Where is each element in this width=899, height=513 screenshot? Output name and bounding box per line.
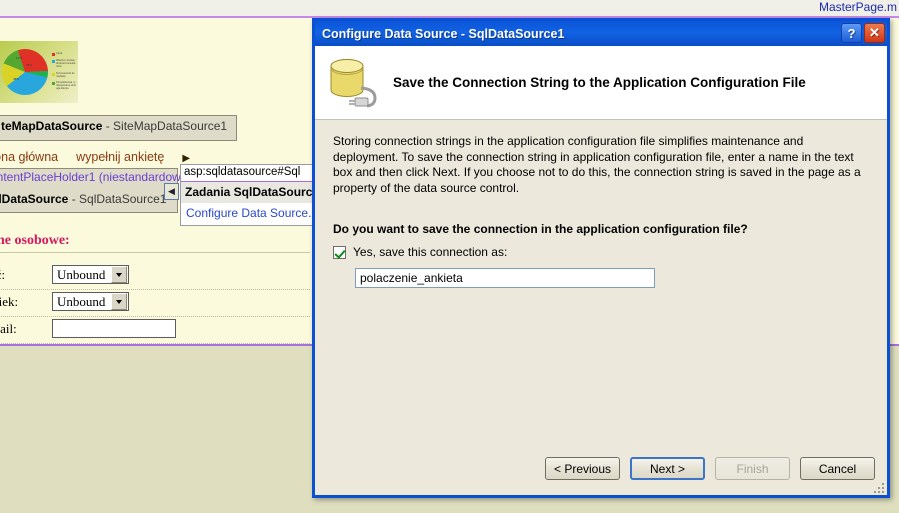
form-section-title: ane osobowe: [0, 233, 70, 248]
sqldatasource-type: qlDataSource [0, 192, 69, 206]
field-label: mail: [0, 321, 17, 336]
legend-swatch [52, 53, 55, 56]
sqldatasource-id: - SqlDataSource1 [68, 192, 167, 206]
form-divider [0, 252, 310, 253]
gender-dropdown[interactable]: Unbound [52, 265, 130, 284]
titlebar-buttons: ? ✕ [841, 23, 885, 43]
dialog-titlebar[interactable]: Configure Data Source - SqlDataSource1 ?… [315, 21, 887, 46]
contentplaceholder-region[interactable]: ontentPlaceHolder1 (niestandardowy) qlDa… [0, 168, 191, 213]
resize-grip-icon[interactable] [872, 481, 884, 493]
pie-chart-legend: Cena Wiedza i doświadczenie konsultantów… [52, 52, 76, 94]
dropdown-value: Unbound [57, 293, 106, 309]
email-field[interactable] [52, 319, 176, 338]
connection-name-input[interactable] [355, 268, 655, 288]
dialog-header-title: Save the Connection String to the Applic… [393, 75, 806, 90]
dropdown-value: Unbound [57, 266, 106, 282]
table-row: mail: [0, 317, 310, 344]
question-mark-icon[interactable]: ? [841, 23, 862, 43]
sqldatasource-control[interactable]: qlDataSource - SqlDataSource1 [0, 191, 169, 207]
legend-item: Terminowość konsultacji [52, 72, 76, 78]
dialog-body: Storing connection strings in the applic… [315, 120, 887, 288]
pie-slice-label: 17% [16, 56, 23, 60]
survey-form-table: eć: Unbound Viek: Unbound [0, 263, 310, 344]
legend-label: Wiedza i doświadczenie konsultantów [56, 59, 76, 69]
sitemapdatasource-id: - SiteMapDataSource1 [102, 119, 228, 133]
dialog-header: Save the Connection String to the Applic… [315, 46, 887, 120]
close-icon[interactable]: ✕ [864, 23, 885, 43]
configure-data-source-link[interactable]: Configure Data Source... [181, 203, 319, 220]
play-arrow-icon: ▶ [182, 153, 191, 164]
next-button[interactable]: Next > [630, 457, 705, 480]
site-navigation-menu[interactable]: rona główna wypełnij ankietę ▶ [0, 150, 190, 164]
nav-item-home[interactable]: rona główna [0, 150, 58, 164]
age-dropdown[interactable]: Unbound [52, 292, 130, 311]
smart-tag-title: Zadania SqlDataSourc [181, 182, 319, 203]
legend-label: Cena [56, 52, 63, 55]
tab-masterpage[interactable]: MasterPage.m [819, 0, 897, 14]
table-row: Viek: Unbound [0, 290, 310, 317]
database-connection-icon [325, 55, 385, 110]
legend-item: Wiedza i doświadczenie konsultantów [52, 59, 76, 69]
pie-slice-label: 48% [13, 77, 20, 81]
table-row: eć: Unbound [0, 263, 310, 290]
email-field-wrap [52, 319, 176, 341]
pie-chart-graphic [2, 49, 48, 95]
dialog-question: Do you want to save the connection in th… [333, 222, 748, 236]
legend-item: Cena [52, 52, 76, 56]
chevron-down-icon[interactable] [111, 293, 128, 310]
configure-data-source-dialog[interactable]: Configure Data Source - SqlDataSource1 ?… [312, 18, 890, 498]
designer-tab-strip [0, 0, 899, 16]
dialog-footer: < Previous Next > Finish Cancel [315, 451, 887, 495]
save-connection-checkbox-label: Yes, save this connection as: [353, 245, 508, 259]
sitemapdatasource-control[interactable]: teMapDataSource - SiteMapDataSource1 [0, 115, 238, 141]
legend-swatch [52, 60, 55, 63]
chevron-down-icon[interactable] [111, 266, 128, 283]
smart-tag-panel[interactable]: asp:sqldatasource#Sql Zadania SqlDataSou… [180, 164, 320, 226]
dialog-description: Storing connection strings in the applic… [333, 134, 861, 195]
dialog-title: Configure Data Source - SqlDataSource1 [322, 26, 565, 41]
legend-label: Terminowość konsultacji [56, 71, 75, 78]
save-connection-checkbox[interactable] [333, 245, 346, 259]
cancel-button[interactable]: Cancel [800, 457, 875, 480]
pie-slice-label: 25% [26, 63, 33, 67]
sitemapdatasource-type: teMapDataSource [1, 119, 103, 133]
previous-button[interactable]: < Previous [545, 457, 620, 480]
finish-button: Finish [715, 457, 790, 480]
dialog-button-row: < Previous Next > Finish Cancel [545, 457, 875, 480]
legend-swatch [52, 72, 55, 76]
legend-item: Kompleksowa i profesjonalna obsługa klie… [52, 81, 76, 91]
field-label: eć: [0, 267, 6, 282]
nav-item-survey[interactable]: wypełnij ankietę [76, 150, 164, 164]
save-connection-checkbox-row[interactable]: Yes, save this connection as: [333, 245, 869, 259]
pie-chart-thumbnail: 25% 48% 17% Cena Wiedza i doświadczenie … [0, 41, 78, 103]
legend-label: Kompleksowa i profesjonalna obsługa klie… [56, 81, 76, 91]
legend-swatch [52, 82, 55, 86]
field-label: Viek: [0, 294, 19, 309]
chevron-left-icon[interactable]: ◀ [164, 183, 179, 200]
smart-tag-tagname: asp:sqldatasource#Sql [181, 165, 319, 182]
